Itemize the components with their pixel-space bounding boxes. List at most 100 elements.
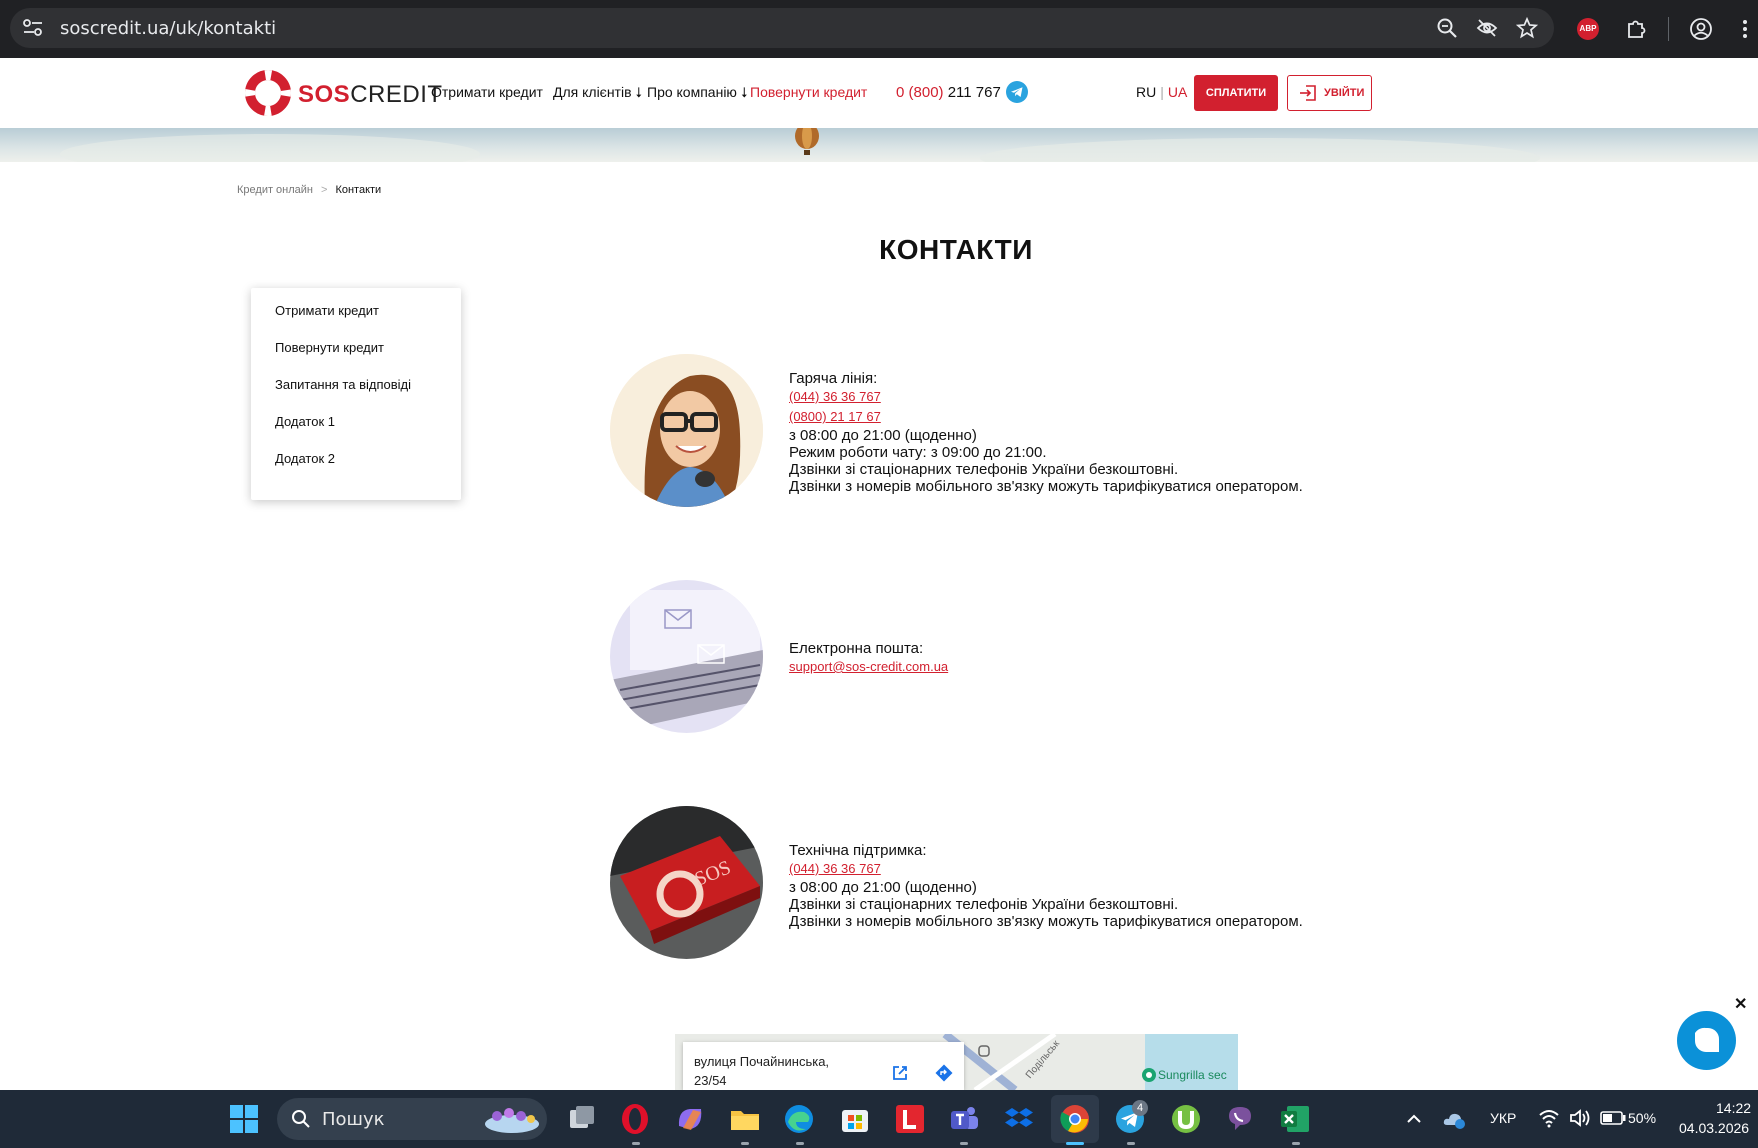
soscredit-logo[interactable]: SOSCREDIT bbox=[244, 67, 442, 119]
excel-icon[interactable] bbox=[1278, 1102, 1312, 1136]
clock-date[interactable]: 04.03.2026 bbox=[1679, 1120, 1749, 1136]
eye-off-icon[interactable] bbox=[1476, 17, 1498, 39]
telegram-running-indicator bbox=[1127, 1142, 1135, 1145]
extensions-puzzle-icon[interactable] bbox=[1624, 17, 1648, 41]
browser-toolbar: soscredit.ua/uk/kontakti ABP bbox=[0, 0, 1758, 58]
keyboard-language-indicator[interactable]: УКР bbox=[1490, 1110, 1516, 1126]
map-embed[interactable]: Sungrilla sec Подільськ вулиця Почайнинс… bbox=[675, 1034, 1238, 1090]
teams-running-indicator bbox=[960, 1142, 968, 1145]
edge-browser-icon[interactable] bbox=[782, 1102, 816, 1136]
support-note-mobile: Дзвінки з номерів мобільного зв'язку мож… bbox=[789, 913, 1303, 930]
hotline-note-mobile: Дзвінки з номерів мобільного зв'язку мож… bbox=[789, 478, 1303, 495]
dropbox-icon[interactable] bbox=[1002, 1102, 1036, 1136]
hotline-hours: з 08:00 до 21:00 (щоденно) bbox=[789, 427, 977, 444]
chrome-browser-icon[interactable] bbox=[1058, 1102, 1092, 1136]
windows-start-icon[interactable] bbox=[227, 1102, 261, 1136]
lifebuoy-logo-icon bbox=[245, 70, 291, 116]
support-info: Технічна підтримка: (044) 36 36 767 з 08… bbox=[789, 842, 1303, 930]
email-info: Електронна пошта: support@sos-credit.com… bbox=[789, 640, 948, 677]
teams-icon[interactable] bbox=[947, 1102, 981, 1136]
lang-ua[interactable]: UA bbox=[1168, 84, 1187, 100]
zoom-icon[interactable] bbox=[1436, 17, 1458, 39]
site-header: SOSCREDIT Отримати кредит Для клієнтів ⭣… bbox=[0, 58, 1758, 128]
telegram-unread-badge: 4 bbox=[1132, 1100, 1148, 1116]
battery-icon[interactable] bbox=[1600, 1111, 1626, 1125]
battery-percentage: 50% bbox=[1628, 1110, 1657, 1126]
microsoft-store-icon[interactable] bbox=[838, 1102, 872, 1136]
search-placeholder: Пошук bbox=[322, 1109, 385, 1130]
chat-close-button[interactable]: ✕ bbox=[1734, 994, 1747, 1014]
copilot-icon[interactable] bbox=[673, 1102, 707, 1136]
map-address: вулиця Почайнинська, 23/54 bbox=[694, 1054, 830, 1088]
file-explorer-icon[interactable] bbox=[728, 1102, 762, 1136]
viber-icon[interactable] bbox=[1223, 1102, 1257, 1136]
clock-time[interactable]: 14:22 bbox=[1716, 1100, 1751, 1116]
email-laptop-photo bbox=[610, 580, 763, 733]
nav-for-clients[interactable]: Для клієнтів ⭣ bbox=[553, 84, 642, 101]
onedrive-cloud-icon[interactable] bbox=[1442, 1108, 1466, 1130]
side-menu-appendix-1[interactable]: Додаток 1 bbox=[275, 414, 335, 429]
profile-icon[interactable] bbox=[1689, 17, 1713, 41]
chrome-active-indicator bbox=[1066, 1142, 1084, 1145]
edge-running-indicator bbox=[796, 1142, 804, 1145]
nav-get-credit[interactable]: Отримати кредит bbox=[431, 84, 543, 100]
task-view-icon[interactable] bbox=[565, 1102, 599, 1136]
breadcrumb-home-link[interactable]: Кредит онлайн bbox=[237, 184, 313, 196]
l-app-icon[interactable] bbox=[893, 1102, 927, 1136]
side-menu-faq[interactable]: Запитання та відповіді bbox=[275, 377, 411, 392]
map-poi-label: Sungrilla sec bbox=[1158, 1068, 1227, 1082]
utorrent-icon[interactable] bbox=[1169, 1102, 1203, 1136]
brand-name: SOSCREDIT bbox=[298, 81, 443, 108]
breadcrumb-current: Контакти bbox=[335, 184, 382, 196]
chat-widget-button[interactable] bbox=[1677, 1011, 1736, 1070]
volume-icon[interactable] bbox=[1569, 1108, 1591, 1128]
header-phone[interactable]: 0 (800) 211 767 bbox=[896, 84, 1001, 101]
nav-repay-credit[interactable]: Повернути кредит bbox=[750, 84, 867, 100]
chat-bubble-icon bbox=[1695, 1027, 1719, 1052]
search-highlight-flowers-icon bbox=[485, 1108, 539, 1133]
hotline-title: Гаряча лінія: bbox=[789, 370, 878, 387]
side-menu: Отримати кредит Повернути кредит Запитан… bbox=[251, 288, 461, 500]
excel-running-indicator bbox=[1292, 1142, 1300, 1145]
site-info-icon[interactable] bbox=[22, 18, 44, 38]
hotline-chat-hours: Режим роботи чату: з 09:00 до 21:00. bbox=[789, 444, 1047, 461]
url-text[interactable]: soscredit.ua/uk/kontakti bbox=[60, 18, 276, 39]
page-title: КОНТАКТИ bbox=[879, 234, 1033, 265]
breadcrumb: Кредит онлайн > Контакти bbox=[237, 184, 381, 196]
adblock-extension-icon[interactable]: ABP bbox=[1577, 18, 1599, 40]
support-title: Технічна підтримка: bbox=[789, 842, 927, 859]
toolbar-divider bbox=[1668, 17, 1669, 41]
telegram-icon[interactable] bbox=[1006, 81, 1028, 103]
taskbar-search-box[interactable]: Пошук bbox=[277, 1098, 547, 1140]
bookmark-star-icon[interactable] bbox=[1516, 17, 1538, 39]
explorer-running-indicator bbox=[741, 1142, 749, 1145]
nav-about-company[interactable]: Про компанію ⭣ bbox=[647, 84, 747, 101]
address-bar[interactable]: soscredit.ua/uk/kontakti bbox=[10, 8, 1554, 48]
directions-icon[interactable] bbox=[935, 1064, 953, 1082]
support-phone-link[interactable]: (044) 36 36 767 bbox=[789, 859, 1303, 879]
login-icon bbox=[1300, 85, 1316, 101]
support-note-landline: Дзвінки зі стаціонарних телефонів Україн… bbox=[789, 896, 1179, 913]
browser-menu-icon[interactable] bbox=[1733, 17, 1757, 41]
pay-button[interactable]: СПЛАТИТИ bbox=[1194, 75, 1278, 111]
show-hidden-icons-chevron-up-icon[interactable] bbox=[1405, 1110, 1423, 1128]
language-switcher: RU | UA bbox=[1136, 84, 1188, 100]
side-menu-repay-credit[interactable]: Повернути кредит bbox=[275, 340, 384, 355]
wifi-icon[interactable] bbox=[1538, 1108, 1560, 1128]
header-banner-image bbox=[0, 128, 1758, 162]
support-hours: з 08:00 до 21:00 (щоденно) bbox=[789, 879, 977, 896]
login-button[interactable]: УВІЙТИ bbox=[1287, 75, 1372, 111]
hotline-phone-1-link[interactable]: (044) 36 36 767 bbox=[789, 387, 1303, 407]
side-menu-get-credit[interactable]: Отримати кредит bbox=[275, 303, 379, 318]
hotline-operator-photo bbox=[610, 354, 763, 507]
hotline-note-landline: Дзвінки зі стаціонарних телефонів Україн… bbox=[789, 461, 1179, 478]
lang-ru[interactable]: RU bbox=[1136, 84, 1156, 100]
hotline-info: Гаряча лінія: (044) 36 36 767 (0800) 21 … bbox=[789, 370, 1303, 495]
open-in-maps-icon[interactable] bbox=[891, 1064, 909, 1082]
opera-browser-icon[interactable] bbox=[618, 1102, 652, 1136]
breadcrumb-arrow-icon: > bbox=[321, 184, 328, 196]
windows-taskbar: Пошук 4 УКР 50% 14:22 04.03.2026 bbox=[0, 1090, 1758, 1148]
hotline-phone-2-link[interactable]: (0800) 21 17 67 bbox=[789, 407, 1303, 427]
email-address-link[interactable]: support@sos-credit.com.ua bbox=[789, 657, 948, 677]
side-menu-appendix-2[interactable]: Додаток 2 bbox=[275, 451, 335, 466]
